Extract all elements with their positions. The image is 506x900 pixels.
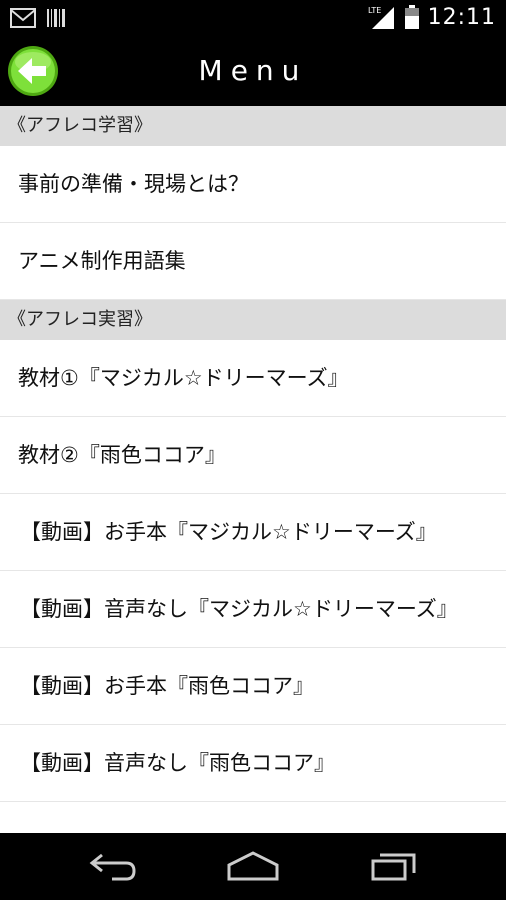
nav-back-button[interactable]	[88, 849, 138, 887]
section-header-practice: 《アフレコ実習》	[0, 300, 506, 340]
battery-icon	[404, 5, 419, 29]
system-icons: LTE 12:11	[368, 4, 496, 30]
nav-recents-button[interactable]	[370, 849, 420, 887]
home-icon	[227, 851, 279, 881]
list-item[interactable]: 【動画】お手本『雨色ココア』	[0, 648, 506, 725]
navigation-bar	[0, 833, 506, 900]
list-item[interactable]: 事前の準備・現場とは？	[0, 146, 506, 223]
back-icon	[89, 853, 136, 881]
list-item[interactable]: 【動画】音声なし『マジカル☆ドリーマーズ』	[0, 571, 506, 648]
status-time: 12:11	[427, 4, 496, 30]
menu-list: 《アフレコ学習》 事前の準備・現場とは？ アニメ制作用語集 《アフレコ実習》 教…	[0, 106, 506, 833]
page-title: Menu	[198, 54, 308, 87]
list-item[interactable]: 教材②『雨色ココア』	[0, 417, 506, 494]
status-bar: LTE 12:11	[0, 0, 506, 36]
barcode-icon	[47, 9, 65, 27]
list-item[interactable]: 【動画】お手本『マジカル☆ドリーマーズ』	[0, 494, 506, 571]
lte-signal-icon: LTE	[368, 6, 394, 29]
list-item[interactable]: アニメ制作用語集	[0, 223, 506, 300]
list-item[interactable]: 教材①『マジカル☆ドリーマーズ』	[0, 340, 506, 417]
section-header-study: 《アフレコ学習》	[0, 106, 506, 146]
nav-home-button[interactable]	[226, 849, 280, 887]
app-header: Menu	[0, 36, 506, 106]
network-label: LTE	[368, 6, 381, 15]
mail-icon	[10, 8, 36, 28]
list-item[interactable]: 【動画】音声なし『雨色ココア』	[0, 725, 506, 802]
recents-icon	[371, 853, 416, 881]
notification-icons	[10, 8, 66, 28]
